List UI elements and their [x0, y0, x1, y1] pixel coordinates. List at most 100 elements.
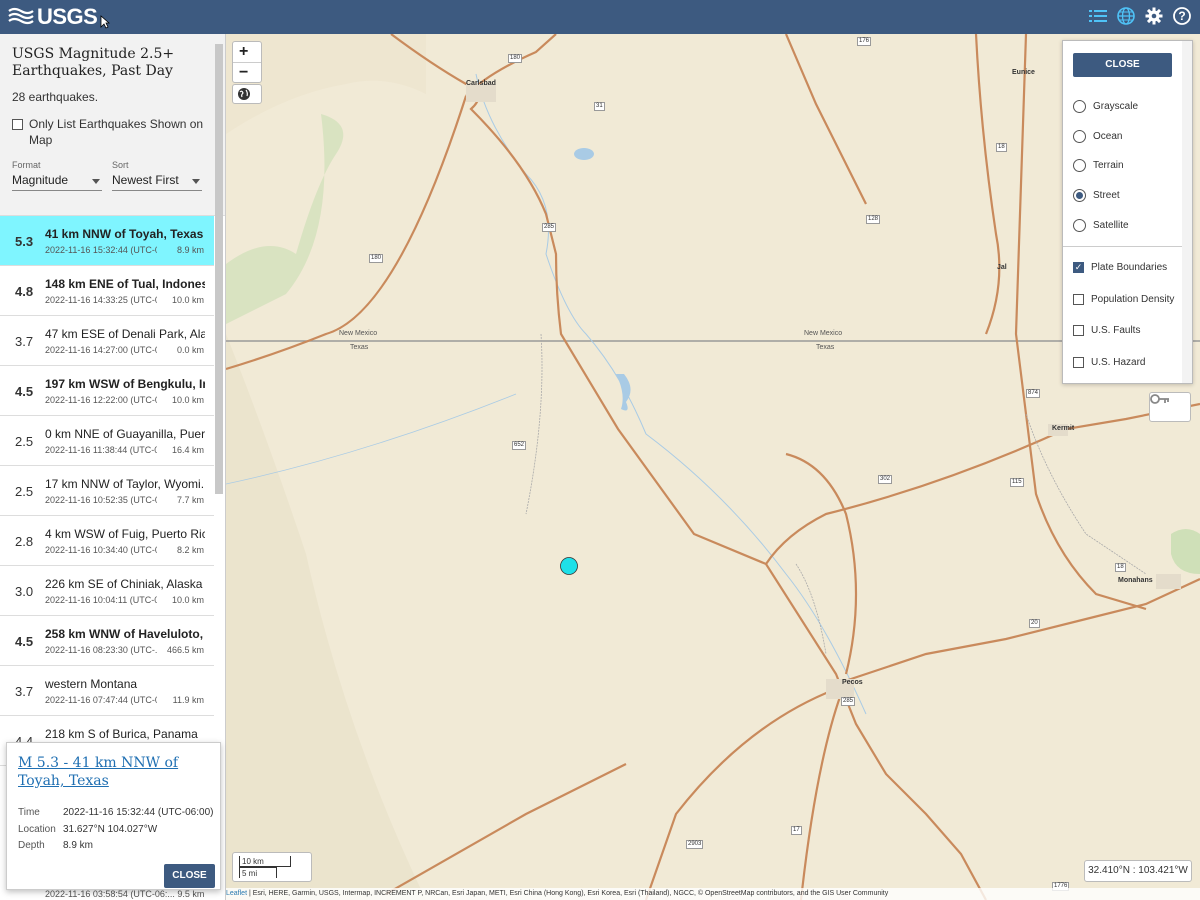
list-item[interactable]: 3.0 226 km SE of Chiniak, Alaska 2022-11-1…: [0, 566, 214, 616]
globe-icon[interactable]: [1116, 6, 1136, 26]
map-label-pecos: Pecos: [842, 679, 863, 686]
map-label-new-mexico-east: New Mexico: [804, 330, 843, 337]
scale-mi: 5 mi: [239, 867, 277, 878]
gear-icon[interactable]: [1144, 6, 1164, 26]
map-label-new-mexico-west: New Mexico: [339, 330, 378, 337]
earthquake-count: 28 earthquakes.: [12, 90, 99, 104]
route-shield: 18: [996, 143, 1007, 152]
earthquake-marker[interactable]: [560, 557, 578, 575]
eq-depth: 11.9 km: [172, 695, 204, 705]
list-item[interactable]: 2.5 0 km NNE of Guayanilla, Puer... 2022-1…: [0, 416, 214, 466]
overlay-label: Population Density: [1091, 294, 1175, 305]
route-shield: 128: [866, 215, 881, 224]
overlay-option-plate-boundaries[interactable]: ✓ Plate Boundaries: [1073, 262, 1167, 273]
key-icon: [1150, 394, 1169, 404]
eq-place: 0 km NNE of Guayanilla, Puer...: [45, 427, 205, 441]
popup-close-button[interactable]: CLOSE: [164, 864, 215, 888]
logo-text: USGS: [37, 4, 98, 29]
only-list-shown-toggle[interactable]: Only List Earthquakes Shown on Map: [12, 116, 213, 148]
eq-place: 41 km NNW of Toyah, Texas: [45, 227, 204, 241]
map-label-kermit: Kermit: [1052, 425, 1075, 432]
list-item[interactable]: 2.5 17 km NNW of Taylor, Wyomi... 2022-11-…: [0, 466, 214, 516]
only-list-shown-checkbox[interactable]: [12, 119, 23, 130]
map-label-texas-east: Texas: [816, 344, 835, 351]
radio-street[interactable]: [1073, 189, 1086, 202]
earthquake-list: 5.3 41 km NNW of Toyah, Texas 2022-11-16 1…: [0, 216, 214, 766]
map-label-carlsbad: Carlsbad: [466, 80, 496, 87]
overlay-label: Plate Boundaries: [1091, 262, 1168, 273]
list-icon[interactable]: [1088, 6, 1108, 26]
basemap-label: Terrain: [1093, 160, 1124, 171]
eq-magnitude: 4.8: [15, 284, 34, 299]
eq-time: 2022-11-16 11:38:44 (UTC-06:...: [45, 445, 157, 455]
route-shield: 874: [1026, 389, 1041, 398]
popup-location-value: 31.627°N 104.027°W: [63, 824, 158, 835]
usgs-logo[interactable]: USGS: [8, 4, 98, 29]
help-icon[interactable]: ?: [1172, 6, 1192, 26]
route-shield: 285: [542, 223, 557, 232]
popup-location-label: Location: [18, 824, 56, 835]
checkbox-us-hazard[interactable]: [1073, 357, 1084, 368]
sort-value: Newest First: [112, 173, 179, 187]
zoom-out-button[interactable]: −: [233, 62, 261, 82]
map-layers-panel: CLOSE Grayscale Ocean Terrain Street Sat…: [1062, 40, 1193, 384]
radio-ocean[interactable]: [1073, 130, 1086, 143]
list-item[interactable]: 4.5 197 km WSW of Bengkulu, In... 2022-11-…: [0, 366, 214, 416]
map-view[interactable]: Carlsbad Eunice Jal Kermit Monahans Peco…: [226, 34, 1200, 900]
scale-km: 10 km: [239, 856, 291, 867]
overlay-option-us-hazard[interactable]: U.S. Hazard: [1073, 357, 1145, 368]
eq-place: 148 km ENE of Tual, Indonesia: [45, 277, 205, 291]
eq-place: 226 km SE of Chiniak, Alaska: [45, 577, 203, 591]
list-item[interactable]: 4.5 258 km WNW of Haveluloto, ... 2022-11-…: [0, 616, 214, 666]
list-scrollbar[interactable]: [215, 44, 223, 494]
eq-depth: 16.4 km: [171, 445, 204, 455]
eq-time: 2022-11-16 14:27:00 (UTC-06:...: [45, 345, 157, 355]
overlay-option-population-density[interactable]: Population Density: [1073, 294, 1174, 305]
sort-select[interactable]: Sort Newest First: [112, 160, 202, 191]
cursor-coordinates: 32.410°N : 103.421°W: [1084, 860, 1192, 882]
basemap-option-satellite[interactable]: Satellite: [1073, 219, 1129, 232]
eq-magnitude: 2.5: [15, 484, 34, 499]
list-title: USGS Magnitude 2.5+ Earthquakes, Past Da…: [12, 46, 175, 79]
basemap-option-terrain[interactable]: Terrain: [1073, 159, 1124, 172]
overlay-option-us-faults[interactable]: U.S. Faults: [1073, 325, 1140, 336]
overlay-label: U.S. Hazard: [1091, 357, 1146, 368]
svg-text:?: ?: [1178, 9, 1185, 23]
list-item[interactable]: 2.8 4 km WSW of Fuig, Puerto Rico 2022-11-…: [0, 516, 214, 566]
app-header: USGS ?: [0, 0, 1200, 34]
eq-magnitude: 5.3: [15, 234, 34, 249]
eq-magnitude: 3.7: [15, 684, 34, 699]
eq-depth: 8.9 km: [176, 245, 204, 255]
route-shield: 652: [512, 441, 527, 450]
leaflet-link[interactable]: Leaflet: [226, 890, 247, 897]
format-select[interactable]: Format Magnitude: [12, 160, 102, 191]
map-label-monahans: Monahans: [1118, 577, 1153, 584]
basemap-option-grayscale[interactable]: Grayscale: [1073, 100, 1138, 113]
radio-satellite[interactable]: [1073, 219, 1086, 232]
checkbox-population-density[interactable]: [1073, 294, 1084, 305]
basemap-option-street[interactable]: Street: [1073, 189, 1120, 202]
popup-title-link[interactable]: M 5.3 - 41 km NNW of Toyah, Texas: [18, 754, 213, 790]
checkbox-us-faults[interactable]: [1073, 325, 1084, 336]
map-label-jal: Jal: [997, 264, 1007, 271]
eq-place: 218 km S of Burica, Panama: [45, 727, 198, 741]
radio-terrain[interactable]: [1073, 159, 1086, 172]
eq-depth: 8.2 km: [176, 545, 204, 555]
zoom-in-button[interactable]: +: [233, 42, 261, 62]
list-item[interactable]: 3.7 western Montana 2022-11-16 07:47:44 (U…: [0, 666, 214, 716]
legend-key-button[interactable]: [1149, 392, 1191, 422]
basemap-option-ocean[interactable]: Ocean: [1073, 130, 1122, 143]
list-item[interactable]: 5.3 41 km NNW of Toyah, Texas 2022-11-16 1…: [0, 216, 214, 266]
layers-scrollbar[interactable]: [1182, 41, 1192, 383]
radio-grayscale[interactable]: [1073, 100, 1086, 113]
checkbox-plate-boundaries[interactable]: ✓: [1073, 262, 1084, 273]
basemap-label: Street: [1093, 190, 1120, 201]
world-view-button[interactable]: [232, 84, 262, 104]
attribution-text: | Esri, HERE, Garmin, USGS, Intermap, IN…: [247, 890, 889, 897]
list-item[interactable]: 4.8 148 km ENE of Tual, Indonesia 2022-11-…: [0, 266, 214, 316]
list-item[interactable]: 3.7 47 km ESE of Denali Park, Ala... 2022-…: [0, 316, 214, 366]
route-shield: 176: [857, 37, 872, 46]
popup-depth-label: Depth: [18, 840, 45, 851]
layers-close-button[interactable]: CLOSE: [1073, 53, 1172, 77]
popup-time-label: Time: [18, 807, 40, 818]
